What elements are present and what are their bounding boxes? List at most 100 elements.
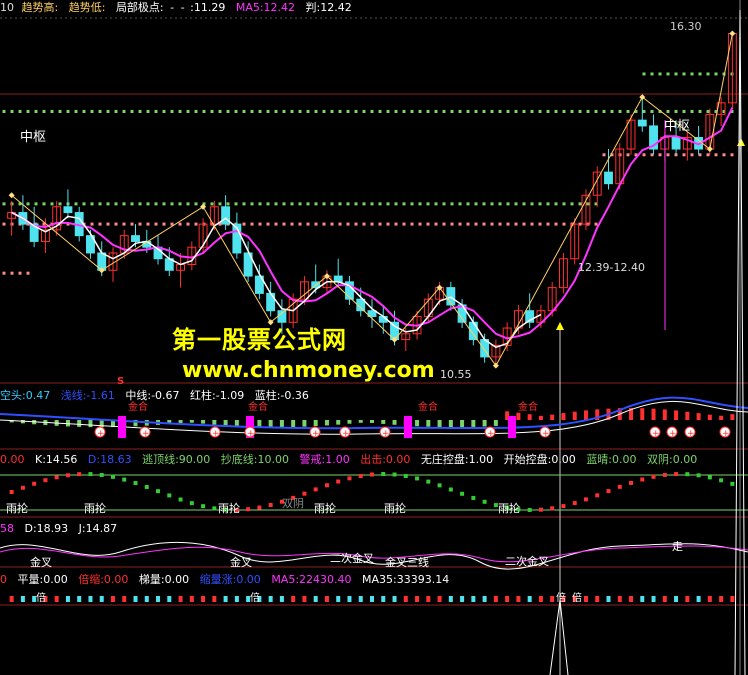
support-dot [234,202,238,206]
support-dot [26,271,30,275]
support-dot [498,110,502,113]
volume-bar [696,596,701,602]
support-dot [274,222,278,226]
momentum-bar [460,420,465,428]
kd-dot [110,474,115,479]
support-dot [330,202,334,206]
support-dot [226,110,230,113]
kd-dot [538,507,543,512]
support-dot [98,202,102,206]
momentum-bar [482,420,487,427]
jincha-label: 金叉 [230,555,252,569]
signal-plus: + [312,429,320,439]
qianxian-label: 浅线:-1.61 [60,389,115,402]
support-dot [490,110,494,113]
kd-dot [662,472,667,477]
zhongshu-right-label: 中枢 [664,119,691,134]
period-label: 10 [0,1,14,14]
volume-bar [516,596,521,602]
kaishi-label: 开始控盘:0.00 [503,453,576,466]
support-dot [514,222,518,226]
support-dot [250,202,254,206]
support-dot [82,202,86,206]
momentum-bar [291,420,296,428]
support-dot [250,110,254,113]
support-dot [706,110,710,113]
volume-bar [279,596,284,602]
volume-bar [167,596,172,602]
jincha-label: 金叉 [30,555,52,569]
support-dot [106,110,110,113]
kd-dot [189,501,194,506]
chuji-label: 出击:0.00 [360,453,411,466]
support-dot [570,110,574,113]
support-dot [138,110,142,113]
support-dot [218,202,222,206]
candle-body [637,119,647,127]
support-dot [522,110,526,113]
yulun-label: 雨抡 [6,501,28,515]
bei-label: 倍 [556,591,566,604]
volume-bar [629,596,634,602]
signal-plus: + [542,429,550,439]
momentum-bar [189,420,194,423]
kd-dot [719,478,724,483]
support-dot [674,72,678,76]
volume-bar [583,596,588,602]
local-extreme-label: 局部极点: [115,1,164,14]
support-dot [98,110,102,113]
momentum-bar [730,414,735,420]
support-dot [202,110,206,113]
kd-dot [606,489,611,494]
support-dot [106,202,110,206]
support-dot [650,110,654,113]
support-dot [626,153,630,157]
zhongxian-label: 中线:-0.67 [125,389,180,402]
support-dot [98,222,102,226]
kd-dot [144,484,149,489]
kd-dot [651,474,656,479]
volume-bar [313,596,318,602]
support-dot [234,110,238,113]
support-dot [482,110,486,113]
p3-value-label: 0.00 [0,453,25,466]
support-dot [122,110,126,113]
support-dot [426,222,430,226]
support-dot [282,202,286,206]
support-dot [50,202,54,206]
kd-dot [482,499,487,504]
support-dot [530,110,534,113]
buy-arrow [556,322,564,330]
momentum-bar [561,413,566,420]
support-dot [162,110,166,113]
support-dot [498,222,502,226]
ma5-label: MA5:12.42 [235,1,296,14]
support-dot [82,110,86,113]
volume-bar [347,596,352,602]
support-dot [338,202,342,206]
support-dot [258,110,262,113]
support-dot [2,271,6,275]
shuangyin-text: 双阴 [282,497,304,510]
volume-bar [730,596,735,602]
volume-bar [156,596,161,602]
support-dot [386,222,390,226]
support-dot [18,110,22,113]
support-dot [522,202,526,206]
support-dot [258,222,262,226]
momentum-bar [674,410,679,420]
yulun-label: 雨抡 [384,501,406,515]
volume-bar [482,596,487,602]
volume-bar [606,596,611,602]
volume-bar [178,596,183,602]
hongzhu-label: 红柱:-1.09 [190,389,245,402]
volume-bar [20,596,25,602]
volume-bar [234,596,239,602]
signal-plus: + [652,429,660,439]
volume-bar [133,596,138,602]
support-dot [522,222,526,226]
volume-bar [460,596,465,602]
momentum-bar [234,420,239,427]
support-dot [346,222,350,226]
support-dot [370,110,374,113]
